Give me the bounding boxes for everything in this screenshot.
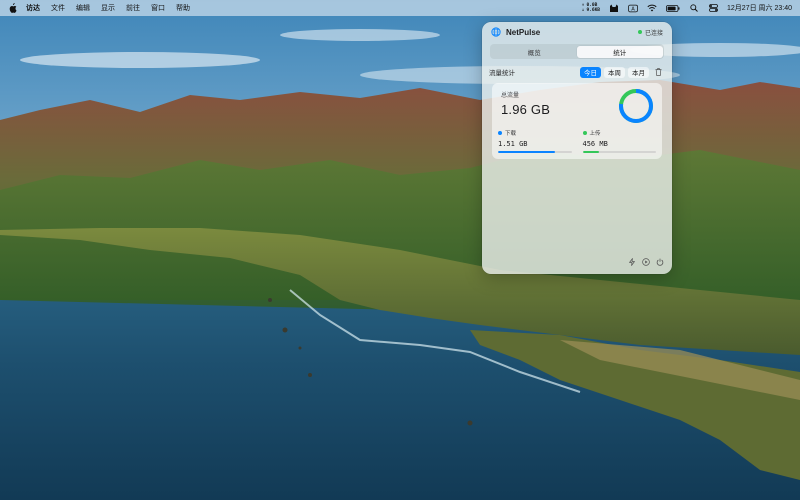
status-dot [637,30,642,34]
wifi-icon[interactable] [647,3,657,13]
tab-overview[interactable]: 概览 [492,46,578,58]
traffic-ring-chart [619,89,653,123]
traffic-card: 总流量 1.96 GB 下载 1.51 GB 上传 456 MB [492,83,662,159]
netpulse-popover: NetPulse 已连接 概览 统计 流量统计 今日 本周 本月 总流量 1.9… [482,22,672,274]
stats-header: 流量统计 今日 本周 本月 [489,66,663,78]
spotlight-icon[interactable] [689,3,699,13]
trash-icon[interactable] [655,68,663,77]
menu-app-name[interactable]: 访达 [26,3,40,13]
popover-header: NetPulse 已连接 [482,22,672,42]
apple-logo-icon[interactable] [8,3,18,13]
period-selector: 今日 本周 本月 [580,66,663,78]
period-month[interactable]: 本月 [628,66,649,78]
control-center-icon[interactable] [708,3,718,13]
download-dot [498,131,502,135]
upload-column: 上传 456 MB [582,129,656,153]
connection-status: 已连接 [637,28,663,37]
power-icon[interactable] [655,257,664,266]
upload-label: 上传 [589,131,601,137]
activity-icon[interactable] [627,257,636,266]
download-arrow-icon: ↓ [581,8,585,13]
menu-go[interactable]: 前往 [126,3,140,13]
netpulse-speed-indicator[interactable]: ↑ 0.0B ↓ 9.6KB [582,3,600,13]
upload-dot [582,131,587,135]
download-label: 下载 [505,131,517,137]
menu-help[interactable]: 帮助 [176,3,190,13]
popover-footer [627,257,664,266]
view-tabs: 概览 统计 [490,44,664,59]
download-column: 下载 1.51 GB [498,129,572,153]
cat-icon[interactable] [609,3,619,13]
upload-bar-fill [582,151,600,153]
upload-bar [582,151,656,153]
input-method-icon[interactable]: A [628,3,638,13]
app-title: NetPulse [506,27,541,37]
desktop-wallpaper [0,0,800,500]
menu-view[interactable]: 显示 [101,3,115,13]
upload-value: 456 MB [582,140,608,148]
battery-icon[interactable] [666,3,680,13]
globe-icon [491,27,501,37]
download-value: 1.51 GB [498,140,528,148]
menu-file[interactable]: 文件 [51,3,65,13]
play-icon[interactable] [641,257,650,266]
menu-window[interactable]: 窗口 [151,3,165,13]
traffic-split: 下载 1.51 GB 上传 456 MB [498,129,656,153]
period-week[interactable]: 本周 [604,66,625,78]
period-today[interactable]: 今日 [580,66,601,78]
menu-bar: 访达 文件 编辑 显示 前往 窗口 帮助 ↑ 0.0B ↓ 9.6KB A 12月2… [0,0,800,16]
status-text: 已连接 [644,30,663,37]
speed-down-value: 9.6KB [586,8,601,13]
menubar-clock[interactable]: 12月27日 周六 23:40 [727,3,792,13]
download-bar [498,151,572,153]
tab-stats[interactable]: 统计 [577,45,663,58]
download-bar-fill [498,151,555,153]
menu-edit[interactable]: 编辑 [76,3,90,13]
stats-label: 流量统计 [489,70,515,77]
